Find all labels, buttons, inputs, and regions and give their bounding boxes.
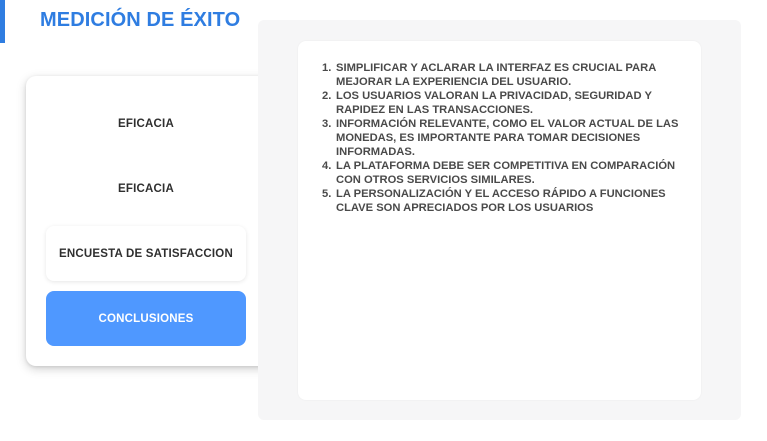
conclusion-item: LA PLATAFORMA DEBE SER COMPETITIVA EN CO… xyxy=(322,159,676,186)
conclusion-item: LOS USUARIOS VALORAN LA PRIVACIDAD, SEGU… xyxy=(322,89,652,116)
title-accent-bar xyxy=(0,0,5,43)
conclusion-item: SIMPLIFICAR Y ACLARAR LA INTERFAZ ES CRU… xyxy=(322,61,656,88)
page: MEDICIÓN DE ÉXITO EFICACIA EFICACIA ENCU… xyxy=(0,0,767,441)
conclusions-card: SIMPLIFICAR Y ACLARAR LA INTERFAZ ES CRU… xyxy=(298,41,701,400)
conclusions-list: SIMPLIFICAR Y ACLARAR LA INTERFAZ ES CRU… xyxy=(322,61,686,215)
conclusion-item: INFORMACIÓN RELEVANTE, COMO EL VALOR ACT… xyxy=(322,117,679,158)
menu-item-eficacia-2[interactable]: EFICACIA xyxy=(46,161,246,216)
menu-item-eficacia-1[interactable]: EFICACIA xyxy=(46,96,246,151)
page-title: MEDICIÓN DE ÉXITO xyxy=(40,9,241,31)
menu-item-conclusiones[interactable]: CONCLUSIONES xyxy=(46,291,246,346)
menu-item-encuesta-satisfaccion[interactable]: ENCUESTA DE SATISFACCION xyxy=(46,226,246,281)
conclusion-item: LA PERSONALIZACIÓN Y EL ACCESO RÁPIDO A … xyxy=(322,187,666,214)
section-menu: EFICACIA EFICACIA ENCUESTA DE SATISFACCI… xyxy=(26,76,276,366)
